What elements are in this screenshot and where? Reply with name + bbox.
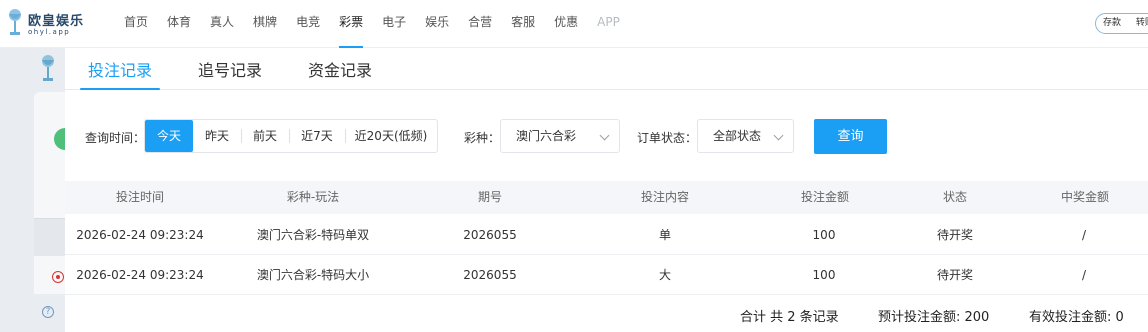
tab-chase-records[interactable]: 追号记录 [198,57,262,81]
cell-win-amount: / [1081,268,1087,282]
status-select[interactable]: 全部状态 [697,119,794,153]
filter-bar: 查询时间： 今天 昨天 前天 近7天 近20天(低频) 彩种： 澳门六合彩 订单… [65,118,1148,154]
wallet-actions: 存款 转账 [1095,13,1148,34]
trophy-icon [42,55,54,81]
summary-estimated-bet: 预计投注金额: 200 [878,310,990,325]
brand-domain: ohyl.app [28,28,71,36]
cell-bet-content: 单 [658,228,671,242]
summary-valid-bet: 有效投注金额: 0 [1029,310,1124,325]
nav-item-promotions[interactable]: 优惠 [554,0,578,48]
status-filter-label: 订单状态： [637,131,698,145]
transfer-button[interactable]: 转账 [1136,18,1148,28]
nav-item-sports[interactable]: 体育 [167,0,191,48]
lottery-select[interactable]: 澳门六合彩 [500,119,620,153]
cell-lottery-play: 澳门六合彩-特码单双 [256,228,370,242]
cell-bet-amount: 100 [812,228,836,242]
query-button[interactable]: 查询 [814,119,887,154]
cell-bet-content: 大 [658,268,671,282]
column-header-bet-content: 投注内容 [640,190,689,204]
nav-item-electronic[interactable]: 电子 [382,0,406,48]
column-header-bet-amount: 投注金额 [800,190,849,204]
chevron-down-icon [599,130,610,141]
help-icon[interactable]: ? [42,306,54,318]
nav-item-entertainment[interactable]: 娱乐 [425,0,449,48]
column-header-issue: 期号 [477,190,502,204]
deposit-button[interactable]: 存款 [1103,18,1121,28]
cell-issue: 2026055 [463,228,517,242]
cell-win-amount: / [1081,228,1087,242]
nav-item-partner[interactable]: 合营 [468,0,492,48]
nav-item-esports[interactable]: 电竞 [296,0,320,48]
cell-status: 待开奖 [936,268,973,282]
main-nav: 首页 体育 真人 棋牌 电竞 彩票 电子 娱乐 合营 客服 优惠 APP [124,0,639,48]
nav-item-lottery[interactable]: 彩票 [339,0,364,48]
time-option-20days[interactable]: 近20天(低频) [345,120,437,152]
nav-item-chess[interactable]: 棋牌 [253,0,277,48]
column-header-win-amount: 中奖金额 [1060,190,1109,204]
active-tab-indicator [80,88,160,90]
tab-bet-records[interactable]: 投注记录 [88,57,152,81]
time-filter-label: 查询时间： [85,131,146,145]
time-option-today[interactable]: 今天 [145,120,193,152]
trophy-logo-icon [9,9,21,35]
nav-item-home[interactable]: 首页 [124,0,148,48]
cell-status: 待开奖 [936,228,973,242]
cell-bet-time: 2026-02-24 09:23:24 [76,228,204,242]
nav-item-app[interactable]: APP [597,0,620,48]
cell-issue: 2026055 [463,268,517,282]
nav-item-live[interactable]: 真人 [210,0,234,48]
radio-icon[interactable] [52,271,64,283]
nav-item-support[interactable]: 客服 [511,0,535,48]
table-header: 投注时间 彩种-玩法 期号 投注内容 投注金额 状态 中奖金额 [65,181,1148,214]
time-option-day-before[interactable]: 前天 [241,120,289,152]
records-panel: 投注记录 追号记录 资金记录 查询时间： 今天 昨天 前天 近7天 近20天(低… [65,48,1148,332]
lottery-select-value: 澳门六合彩 [516,129,577,143]
table-row: 2026-02-24 09:23:24 澳门六合彩-特码大小 2026055 大… [65,255,1148,295]
cell-lottery-play: 澳门六合彩-特码大小 [256,268,370,282]
status-select-value: 全部状态 [713,129,762,143]
column-header-lottery-play: 彩种-玩法 [286,190,340,204]
column-header-status: 状态 [942,190,967,204]
brand-logo[interactable]: 欧皇娱乐 ohyl.app [6,6,86,40]
lottery-filter-label: 彩种： [464,131,501,145]
brand-name: 欧皇娱乐 [28,14,85,29]
tab-fund-records[interactable]: 资金记录 [308,57,372,81]
time-option-yesterday[interactable]: 昨天 [193,120,241,152]
cell-bet-time: 2026-02-24 09:23:24 [76,268,204,282]
summary-total-records: 合计 共 2 条记录 [740,310,839,325]
time-range-selector: 今天 昨天 前天 近7天 近20天(低频) [144,119,438,153]
column-header-bet-time: 投注时间 [115,190,164,204]
background-sidebar: ? [0,48,76,332]
table-row: 2026-02-24 09:23:24 澳门六合彩-特码单双 2026055 单… [65,215,1148,255]
time-option-7days[interactable]: 近7天 [289,120,345,152]
top-navbar: 欧皇娱乐 ohyl.app 首页 体育 真人 棋牌 电竞 彩票 电子 娱乐 合营… [0,0,1148,48]
chevron-down-icon [773,130,784,141]
record-tabs: 投注记录 追号记录 资金记录 [65,48,1148,90]
cell-bet-amount: 100 [812,268,836,282]
